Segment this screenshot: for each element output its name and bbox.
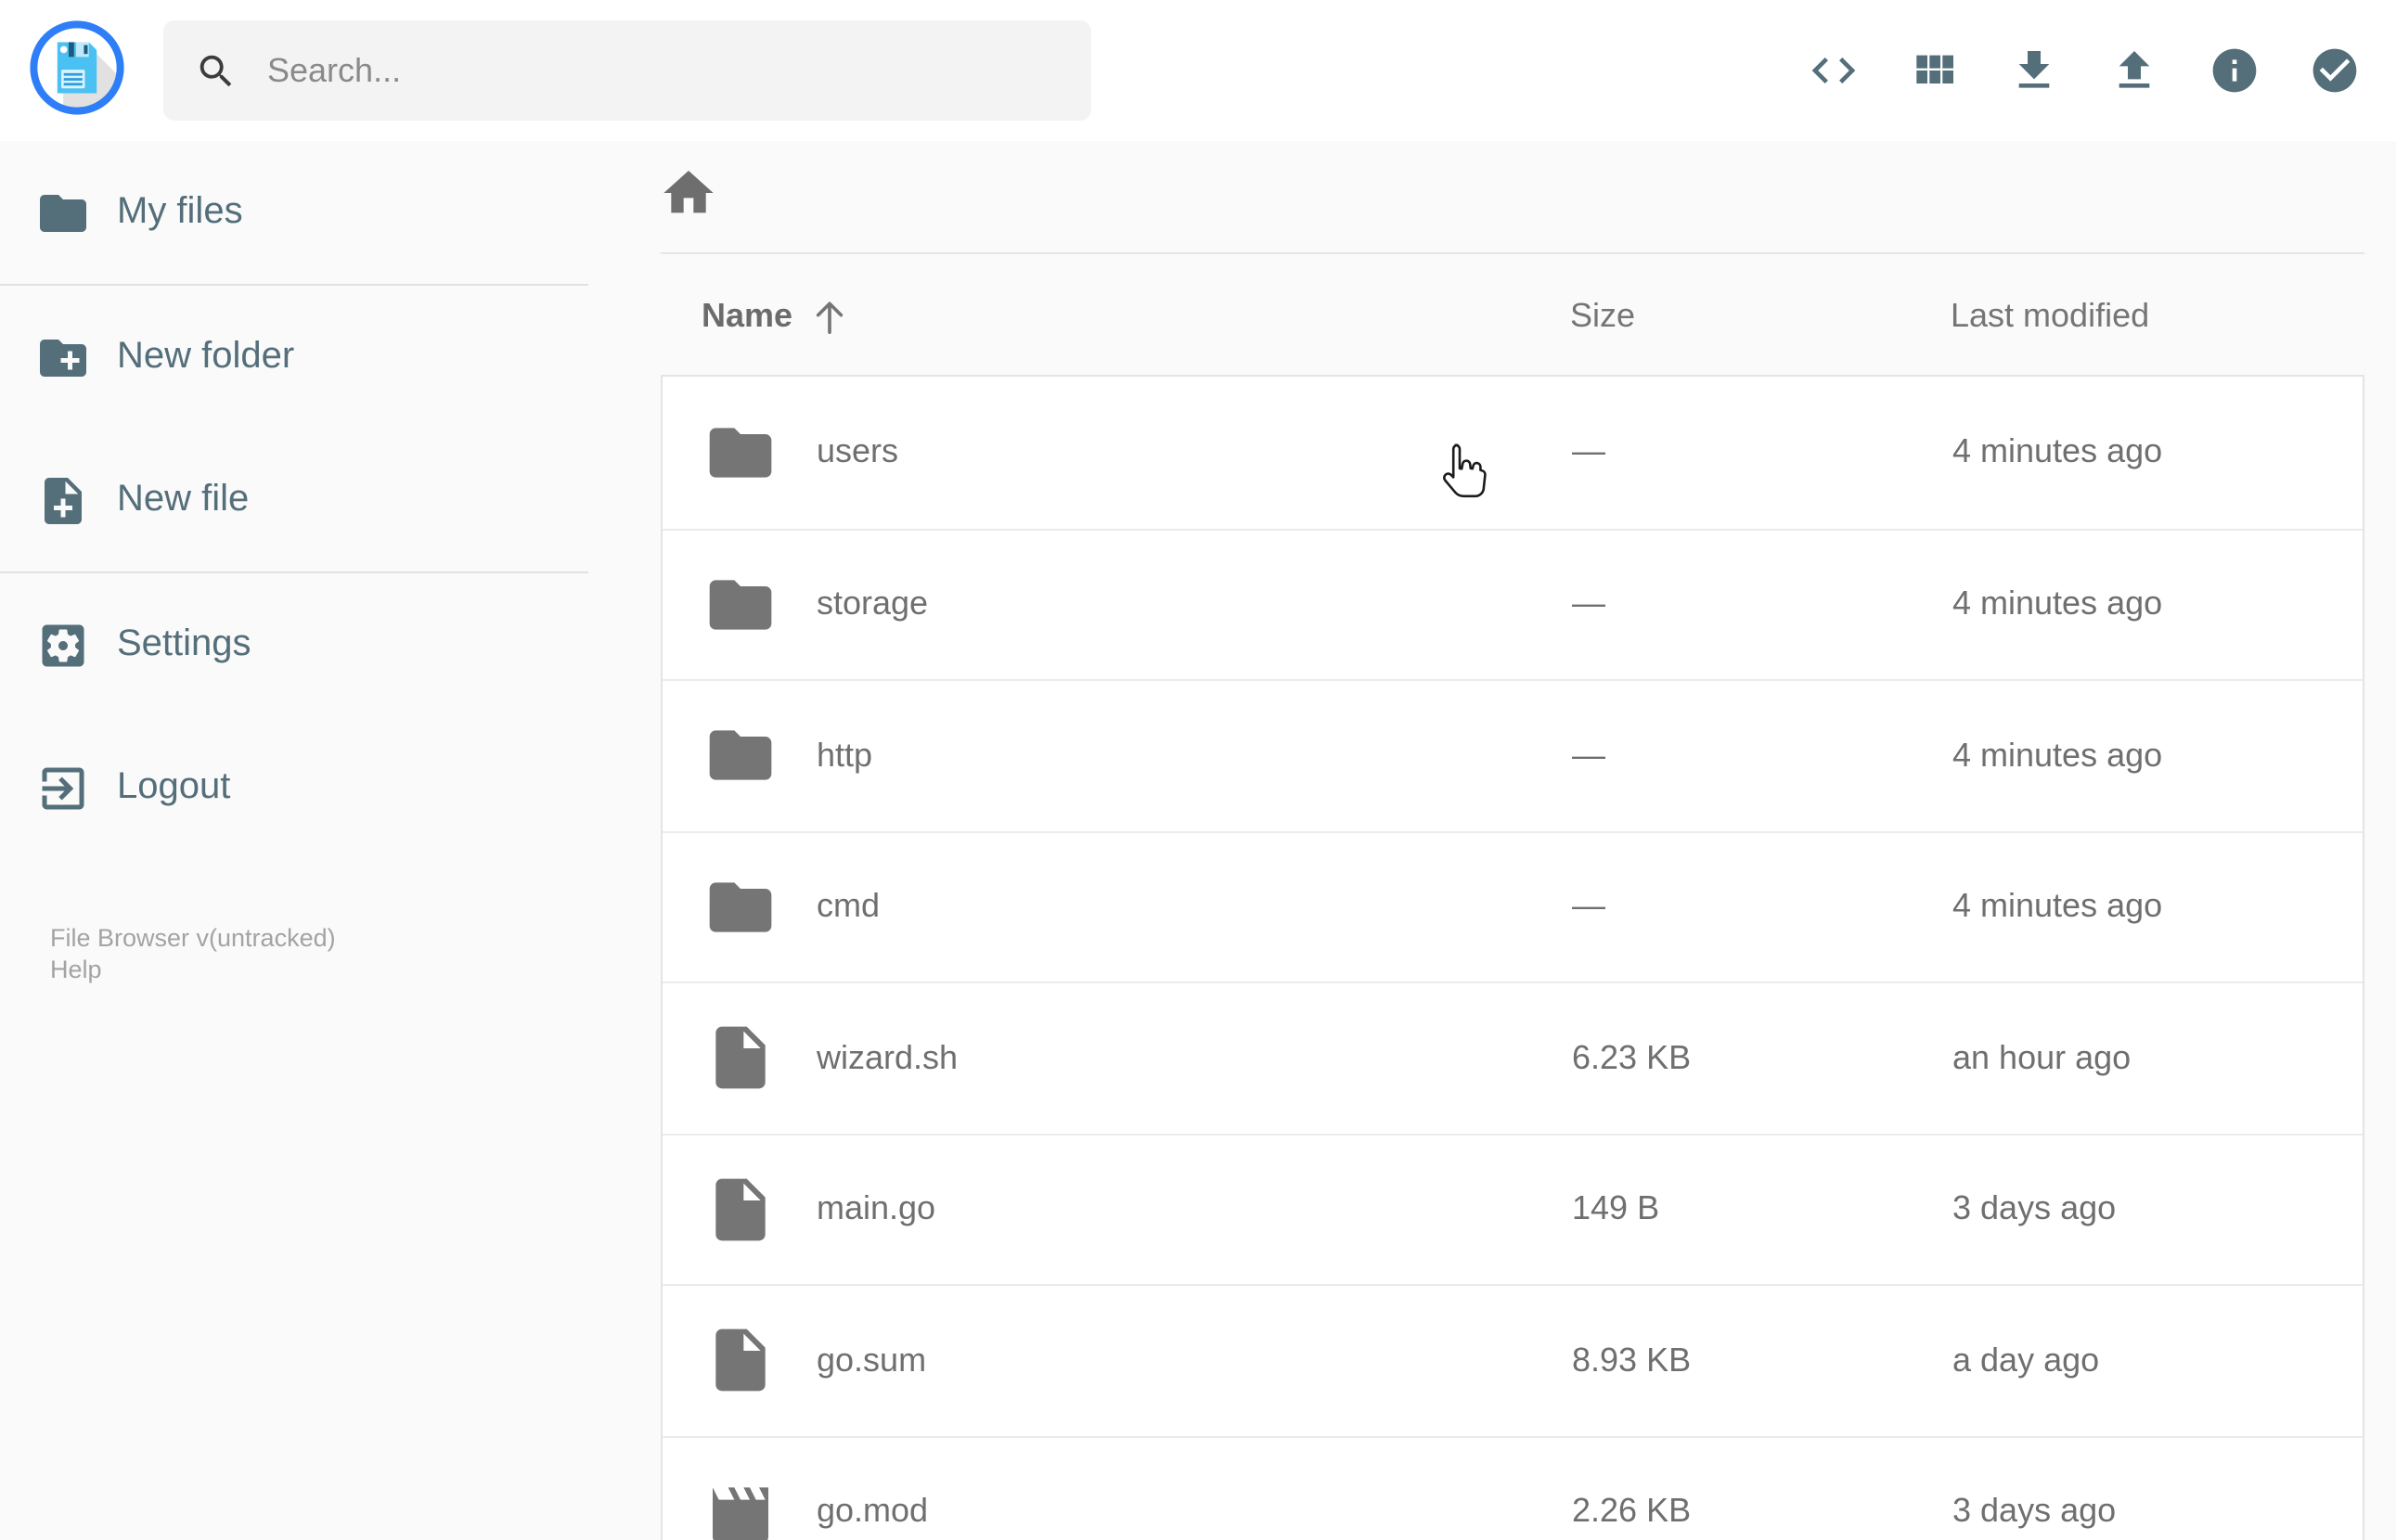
breadcrumb-divider xyxy=(661,252,2364,254)
file-modified: 4 minutes ago xyxy=(1952,736,2163,774)
info-icon xyxy=(2212,48,2257,93)
sort-ascending-icon xyxy=(816,302,844,334)
new-folder-icon xyxy=(40,339,86,376)
select-check-icon xyxy=(2312,48,2357,93)
filebrowser-app: My files New folder New file Settings Lo… xyxy=(0,0,2396,1540)
help-link[interactable]: Help xyxy=(50,954,102,985)
listing-column-headers: Name Size Last modified xyxy=(661,271,2364,360)
sidebar-item-new-folder[interactable]: New folder xyxy=(0,286,588,429)
search-bar[interactable] xyxy=(163,20,1091,121)
upload-button[interactable] xyxy=(2108,45,2160,96)
file-modified: an hour ago xyxy=(1952,1038,2132,1076)
code-icon xyxy=(1811,58,1856,83)
file-icon xyxy=(715,1329,766,1392)
listing-row-main-go[interactable]: main.go 149 B 3 days ago xyxy=(663,1133,2363,1284)
file-modified: a day ago xyxy=(1952,1341,2100,1379)
search-icon xyxy=(200,54,232,86)
file-name: cmd xyxy=(817,887,881,925)
file-size: — xyxy=(1572,432,1605,470)
new-file-icon xyxy=(45,477,82,523)
grid-view-icon xyxy=(1916,55,1953,83)
column-header-name[interactable]: Name xyxy=(702,296,1570,335)
listing-row-cmd[interactable]: cmd — 4 minutes ago xyxy=(663,830,2363,982)
file-name: main.go xyxy=(817,1189,936,1227)
file-name: users xyxy=(817,432,899,470)
file-size: 6.23 KB xyxy=(1572,1038,1692,1076)
sidebar-item-label: New file xyxy=(117,479,250,520)
file-icon xyxy=(715,1027,766,1089)
sidebar-item-label: New folder xyxy=(117,336,295,377)
sidebar: My files New folder New file Settings Lo… xyxy=(0,141,588,985)
sidebar-item-new-file[interactable]: New file xyxy=(0,429,588,571)
file-name: go.sum xyxy=(817,1341,927,1379)
view-mode-button[interactable] xyxy=(1908,45,1960,96)
file-size: — xyxy=(1572,887,1605,925)
file-size: — xyxy=(1572,584,1605,622)
search-input[interactable] xyxy=(264,49,1043,92)
file-size: 2.26 KB xyxy=(1572,1492,1692,1530)
file-name: go.mod xyxy=(817,1492,929,1530)
column-header-modified[interactable]: Last modified xyxy=(1951,296,2364,335)
listing-row-go-sum[interactable]: go.sum 8.93 KB a day ago xyxy=(663,1284,2363,1435)
file-size: 8.93 KB xyxy=(1572,1341,1692,1379)
listing-row-wizard-sh[interactable]: wizard.sh 6.23 KB an hour ago xyxy=(663,982,2363,1133)
listing-row-http[interactable]: http — 4 minutes ago xyxy=(663,679,2363,830)
header-toolbar xyxy=(1808,0,2361,141)
app-logo[interactable] xyxy=(28,19,126,117)
settings-icon xyxy=(42,623,84,666)
logout-icon xyxy=(42,766,84,809)
file-name: http xyxy=(817,736,873,774)
home-icon xyxy=(663,171,714,213)
folder-icon xyxy=(709,579,772,630)
breadcrumb-home-button[interactable] xyxy=(659,163,718,223)
folder-icon xyxy=(709,427,772,478)
download-button[interactable] xyxy=(2008,45,2060,96)
column-header-size[interactable]: Size xyxy=(1570,296,1951,335)
header xyxy=(0,0,2396,141)
upload-icon xyxy=(2119,51,2150,88)
download-icon xyxy=(2018,51,2050,88)
sidebar-item-label: My files xyxy=(117,191,243,232)
file-modified: 3 days ago xyxy=(1952,1189,2117,1227)
folder-icon xyxy=(40,194,86,231)
file-modified: 4 minutes ago xyxy=(1952,887,2163,925)
file-icon xyxy=(715,1178,766,1240)
sidebar-item-settings[interactable]: Settings xyxy=(0,573,588,716)
file-size: 149 B xyxy=(1572,1189,1660,1227)
listing-row-storage[interactable]: storage — 4 minutes ago xyxy=(663,528,2363,679)
movie-icon xyxy=(713,1486,768,1540)
sidebar-item-logout[interactable]: Logout xyxy=(0,716,588,859)
file-modified: 4 minutes ago xyxy=(1952,584,2163,622)
version-link[interactable]: File Browser v(untracked) xyxy=(50,922,336,954)
code-view-button[interactable] xyxy=(1808,45,1860,96)
filebrowser-logo-icon xyxy=(30,20,124,115)
file-size: — xyxy=(1572,736,1605,774)
file-name: wizard.sh xyxy=(817,1038,959,1076)
info-button[interactable] xyxy=(2209,45,2261,96)
file-listing: users — 4 minutes ago storage — 4 minute… xyxy=(661,375,2364,1540)
file-name: storage xyxy=(817,584,929,622)
listing-row-go-mod[interactable]: go.mod 2.26 KB 3 days ago xyxy=(663,1435,2363,1540)
sidebar-item-label: Logout xyxy=(117,766,231,807)
folder-icon xyxy=(709,881,772,932)
sidebar-footer: File Browser v(untracked) Help xyxy=(0,922,588,985)
sidebar-item-label: Settings xyxy=(117,623,251,664)
file-modified: 4 minutes ago xyxy=(1952,432,2163,470)
select-button[interactable] xyxy=(2309,45,2361,96)
file-modified: 3 days ago xyxy=(1952,1492,2117,1530)
folder-icon xyxy=(709,730,772,781)
sidebar-item-my-files[interactable]: My files xyxy=(0,141,588,284)
listing-row-users[interactable]: users — 4 minutes ago xyxy=(663,377,2363,528)
